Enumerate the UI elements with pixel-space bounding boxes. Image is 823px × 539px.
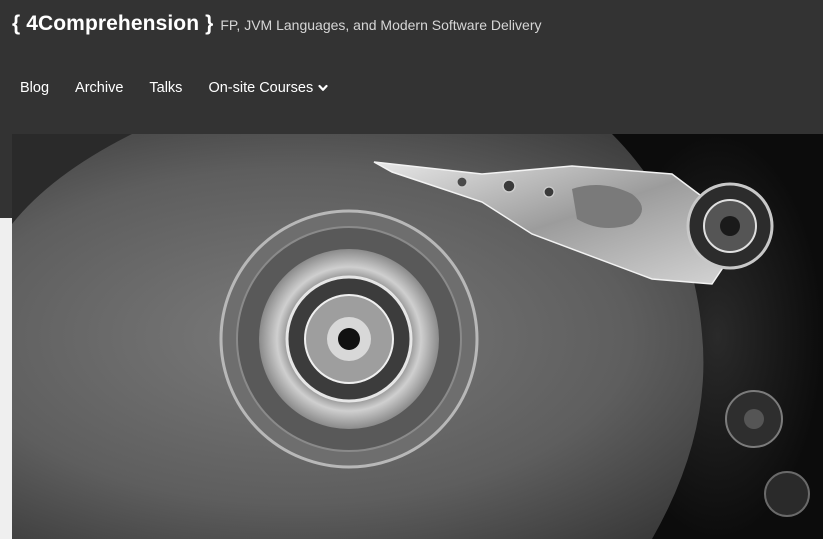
main-nav: Blog Archive Talks On-site Courses [20,80,354,96]
nav-item-talks[interactable]: Talks [149,80,182,96]
hard-drive-illustration [12,134,823,539]
site-tagline: FP, JVM Languages, and Modern Software D… [220,17,542,33]
nav-item-label: On-site Courses [208,80,314,96]
brand: { 4Comprehension } FP, JVM Languages, an… [12,12,541,36]
nav-item-label: Archive [75,80,124,96]
nav-item-label: Talks [149,80,183,96]
nav-item-onsite-courses[interactable]: On-site Courses [208,80,328,96]
chevron-down-icon [318,84,328,91]
site-title-link[interactable]: { 4Comprehension } [12,12,213,36]
page-margin [0,218,12,539]
hero-image [12,134,823,539]
nav-item-archive[interactable]: Archive [75,80,123,96]
nav-item-label: Blog [20,80,50,96]
nav-item-blog[interactable]: Blog [20,80,49,96]
